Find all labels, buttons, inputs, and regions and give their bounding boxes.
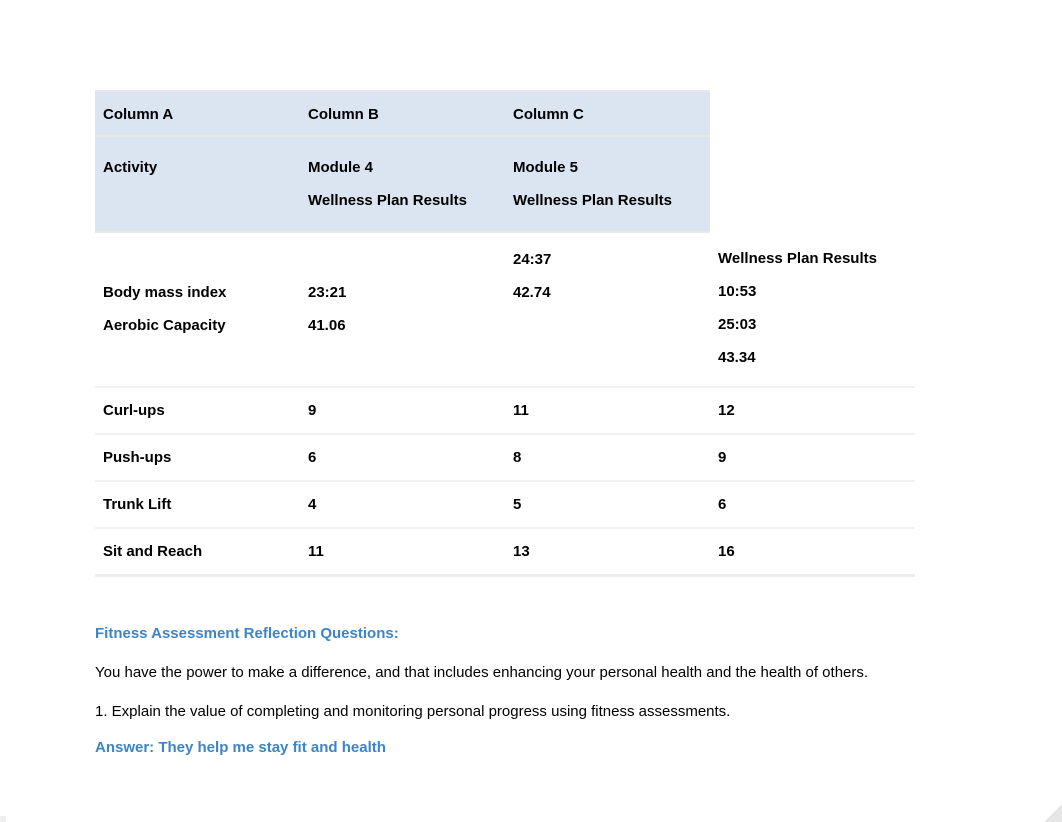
cell-d: 12: [710, 387, 915, 434]
cell-label: Push-ups: [95, 434, 300, 481]
table-row: Trunk Lift 4 5 6: [95, 481, 915, 528]
reflection-answer-1: Answer: They help me stay fit and health: [95, 739, 967, 756]
table-header-row-2: Activity Module 4 Wellness Plan Results …: [95, 136, 915, 232]
cell-label: Sit and Reach: [95, 528, 300, 576]
cell-label: Trunk Lift: [95, 481, 300, 528]
header-col-d-empty: [710, 91, 915, 136]
cell-c: 5: [505, 481, 710, 528]
cell-b: 11: [300, 528, 505, 576]
table-header-row-1: Column A Column B Column C: [95, 91, 915, 136]
reflection-heading: Fitness Assessment Reflection Questions:: [95, 625, 967, 642]
header-col-c: Column C: [505, 91, 710, 136]
cell-c-bmi-aerobic: 24:37 42.74: [505, 232, 710, 387]
page-corner-fold-icon: [1044, 804, 1062, 822]
cell-c: 8: [505, 434, 710, 481]
cell-d: 9: [710, 434, 915, 481]
table-row: Sit and Reach 11 13 16: [95, 528, 915, 576]
cell-d: 16: [710, 528, 915, 576]
header-module4: Module 4 Wellness Plan Results: [300, 136, 505, 232]
cell-b: 4: [300, 481, 505, 528]
cell-b-bmi-aerobic: 23:21 41.06: [300, 232, 505, 387]
table-row: Curl-ups 9 11 12: [95, 387, 915, 434]
cell-d-overlay: Wellness Plan Results 10:53 25:03 43.34: [710, 232, 915, 387]
cell-label: Curl-ups: [95, 387, 300, 434]
header-col-a: Column A: [95, 91, 300, 136]
page-edge-mark: [0, 816, 6, 822]
cell-b: 6: [300, 434, 505, 481]
results-table: Column A Column B Column C Activity Modu…: [95, 90, 915, 577]
header-col-b: Column B: [300, 91, 505, 136]
header-col-d-empty2: [710, 136, 915, 232]
reflection-question-1: 1. Explain the value of completing and m…: [95, 701, 967, 724]
header-activity: Activity: [95, 136, 300, 232]
header-module5: Module 5 Wellness Plan Results: [505, 136, 710, 232]
cell-b: 9: [300, 387, 505, 434]
table-row-bmi-aerobic: Body mass index Aerobic Capacity 23:21 4…: [95, 232, 915, 387]
cell-c: 11: [505, 387, 710, 434]
document-content: Column A Column B Column C Activity Modu…: [0, 0, 1062, 796]
reflection-intro: You have the power to make a difference,…: [95, 662, 967, 685]
cell-c: 13: [505, 528, 710, 576]
table-row: Push-ups 6 8 9: [95, 434, 915, 481]
cell-d: 6: [710, 481, 915, 528]
cell-labels-bmi-aerobic: Body mass index Aerobic Capacity: [95, 232, 300, 387]
